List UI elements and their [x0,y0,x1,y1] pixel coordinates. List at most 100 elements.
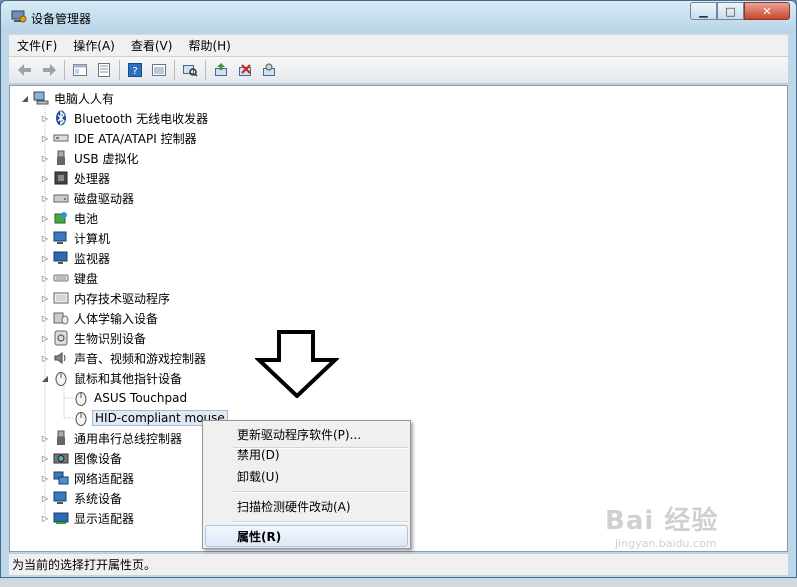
expand-icon: ▷ [41,213,49,223]
network-icon [53,470,69,486]
monitor-icon [53,250,69,266]
maximize-button[interactable]: □ [717,2,744,20]
tree-item-processor[interactable]: ▷ 处理器 [40,169,112,187]
baidu-watermark: Bai 经验 jingyan.baidu.com [605,500,718,550]
tree-item-mice[interactable]: ◢ 鼠标和其他指针设备 [40,369,184,387]
back-icon [18,64,31,76]
disable-device-button[interactable] [235,60,255,80]
tree-item-label: ASUS Touchpad [94,391,188,405]
mouse-icon [73,410,89,426]
tree-item-label: 磁盘驱动器 [74,191,135,206]
menu-item-label: 卸载(U) [237,469,280,484]
tree-item-imaging[interactable]: ▷ 图像设备 [40,449,124,467]
properties-window-icon [73,64,87,76]
tree-item-label: 生物识别设备 [74,331,147,346]
svg-text:?: ? [132,66,137,77]
collapse-icon: ◢ [21,93,29,103]
watermark-logo-text: Bai 经验 [605,506,719,536]
properties-button[interactable] [94,60,114,80]
tree-item-ide[interactable]: ▷ IDE ATA/ATAPI 控制器 [40,129,199,147]
disable-icon [239,64,251,76]
menu-item-label: 属性(R) [237,529,282,544]
menu-item-update-driver[interactable]: 更新驱动程序软件(P)... [205,423,408,445]
tree-item-computer[interactable]: ▷ 计算机 [40,229,112,247]
tree-item-label: 网络适配器 [74,471,135,486]
tree-item-system[interactable]: ▷ 系统设备 [40,489,124,507]
tree-item-bluetooth[interactable]: ▷ Bluetooth 无线电收发器 [40,109,210,127]
menu-action[interactable]: 操作(A) [65,37,123,54]
tree-item-label: 键盘 [74,271,99,286]
show-hide-tree-button[interactable] [70,60,90,80]
menu-separator [233,521,408,523]
scan-hardware-button[interactable] [180,60,200,80]
tree-item-asus-touchpad[interactable]: ASUS Touchpad [70,389,189,407]
menu-view[interactable]: 查看(V) [123,37,181,54]
expand-icon: ▷ [41,493,49,503]
update-driver-button[interactable] [211,60,231,80]
computer-icon [33,90,49,106]
tree-item-keyboard[interactable]: ▷ 键盘 [40,269,100,287]
menu-item-uninstall[interactable]: 卸载(U) [205,465,408,487]
uninstall-device-button[interactable] [259,60,279,80]
expand-icon: ▷ [41,273,49,283]
minimize-button[interactable]: ▁ [690,2,717,20]
device-manager-icon [11,10,27,23]
watermark-url: jingyan.baidu.com [615,537,717,550]
tree-item-label: 监视器 [74,251,111,266]
menu-file[interactable]: 文件(F) [9,37,65,54]
title-bar[interactable]: 设备管理器 ▁ □ ✕ [1,1,796,33]
view-icon [152,64,166,76]
tree-item-memory-tech[interactable]: ▷ 内存技术驱动程序 [40,289,172,307]
memory-icon [53,290,69,306]
uninstall-icon [263,63,275,76]
context-menu: 更新驱动程序软件(P)... 禁用(D) 卸载(U) 扫描检测硬件改动(A) 属… [202,420,411,549]
tree-item-label: 声音、视频和游戏控制器 [74,351,207,366]
expand-icon: ▷ [41,173,49,183]
tree-item-hid[interactable]: ▷ 人体学输入设备 [40,309,160,327]
display-adapter-icon [53,510,69,526]
tree-root[interactable]: ◢ 电脑人人有 [20,89,116,107]
menu-item-disable[interactable]: 禁用(D) [205,443,408,465]
back-button[interactable] [15,60,35,80]
menu-item-properties[interactable]: 属性(R) [205,525,408,547]
tree-item-battery[interactable]: ▷ 电池 [40,209,100,227]
tree-item-sound[interactable]: ▷ 声音、视频和游戏控制器 [40,349,208,367]
expand-icon: ▷ [41,313,49,323]
window-title: 设备管理器 [31,12,92,26]
forward-button[interactable] [39,60,59,80]
expand-icon: ▷ [41,453,49,463]
tree-item-monitor[interactable]: ▷ 监视器 [40,249,112,267]
usb-icon [53,430,69,446]
expand-icon: ▷ [41,433,49,443]
help-button[interactable]: ? [125,60,145,80]
tree-item-biometric[interactable]: ▷ 生物识别设备 [40,329,148,347]
expand-icon: ▷ [41,133,49,143]
menu-item-scan-hardware[interactable]: 扫描检测硬件改动(A) [205,495,408,517]
tree-root-label: 电脑人人有 [54,91,115,106]
usb-icon [53,150,69,166]
tree-item-display[interactable]: ▷ 显示适配器 [40,509,136,527]
camera-icon [53,450,69,466]
menu-help[interactable]: 帮助(H) [180,37,238,54]
tree-item-label: Bluetooth 无线电收发器 [74,111,209,126]
forward-icon [43,64,56,76]
tree-item-network[interactable]: ▷ 网络适配器 [40,469,136,487]
close-button[interactable]: ✕ [744,2,790,20]
keyboard-icon [53,270,69,286]
tree-item-disk[interactable]: ▷ 磁盘驱动器 [40,189,136,207]
expand-icon: ▷ [41,153,49,163]
view-button[interactable] [149,60,169,80]
disk-drive-icon [53,190,69,206]
tree-item-label: 显示适配器 [74,511,135,526]
tree-item-usb-virtual[interactable]: ▷ USB 虚拟化 [40,149,140,167]
tree-item-usb-controllers[interactable]: ▷ 通用串行总线控制器 [40,429,184,447]
tree-item-label: 图像设备 [74,451,123,466]
expand-icon: ▷ [41,253,49,263]
tree-item-label: 计算机 [74,231,111,246]
mouse-icon [73,390,89,406]
toolbar-separator [205,60,206,80]
arrow-down-icon [255,330,339,398]
tree-item-label: 通用串行总线控制器 [74,431,183,446]
menu-item-label: 更新驱动程序软件(P)... [237,427,362,442]
computer-icon [53,230,69,246]
